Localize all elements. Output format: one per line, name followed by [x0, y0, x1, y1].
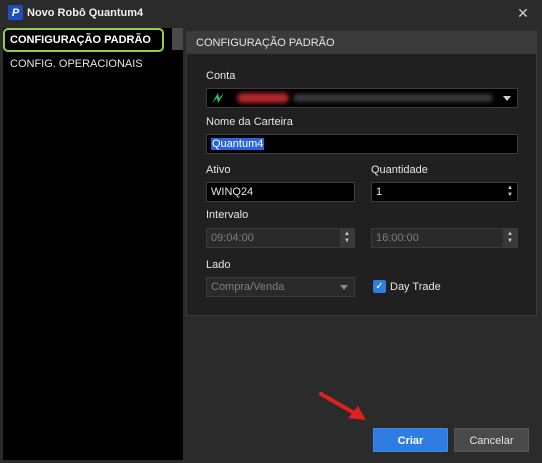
title-bar: P Novo Robô Quantum4 ✕ [0, 0, 542, 26]
spin-up-icon: ▲ [507, 185, 513, 191]
broker-logo-icon [212, 93, 224, 103]
chevron-down-icon [340, 285, 348, 290]
ativo-label: Ativo [206, 164, 231, 176]
intervalo-end-spin: ▲ ▼ [503, 229, 517, 247]
day-trade-checkbox[interactable]: ✓ [373, 280, 386, 293]
redacted-account [237, 93, 289, 103]
spin-up-icon: ▲ [507, 231, 513, 237]
quantidade-label: Quantidade [371, 164, 428, 176]
window-title: Novo Robô Quantum4 [27, 7, 144, 19]
annotation-arrow-icon [319, 392, 366, 420]
quantidade-stepper[interactable]: 1 ▲ ▼ [371, 182, 518, 202]
carteira-input-value: Quantum4 [211, 138, 265, 150]
intervalo-start-field: 09:04:00 ▲ ▼ [206, 228, 355, 248]
close-button[interactable]: ✕ [513, 3, 533, 23]
intervalo-end-value: 16:00:00 [376, 232, 419, 244]
ativo-input[interactable]: WINQ24 [206, 182, 355, 202]
lado-select: Compra/Venda [206, 277, 355, 297]
intervalo-start-spin: ▲ ▼ [340, 229, 354, 247]
quantidade-value: 1 [376, 186, 383, 198]
quantidade-spin-buttons[interactable]: ▲ ▼ [503, 183, 517, 201]
app-logo-icon: P [8, 5, 23, 20]
lado-value: Compra/Venda [211, 281, 285, 293]
day-trade-label[interactable]: Day Trade [390, 281, 441, 293]
chevron-down-icon [503, 96, 511, 101]
ativo-input-value: WINQ24 [211, 186, 254, 198]
spin-down-icon: ▼ [344, 238, 350, 244]
cancel-button[interactable]: Cancelar [454, 428, 529, 452]
sidebar: CONFIGURAÇÃO PADRÃO CONFIG. OPERACIONAIS [3, 28, 183, 460]
intervalo-end-field: 16:00:00 ▲ ▼ [371, 228, 518, 248]
conta-select[interactable] [206, 88, 518, 108]
spin-down-icon: ▼ [507, 238, 513, 244]
settings-panel: CONFIGURAÇÃO PADRÃO Conta Nome da Cartei… [186, 31, 537, 316]
redacted-account-detail [293, 94, 493, 102]
panel-header: CONFIGURAÇÃO PADRÃO [187, 32, 536, 54]
carteira-input[interactable]: Quantum4 [206, 134, 518, 154]
sidebar-item-configuracao-padrao[interactable]: CONFIGURAÇÃO PADRÃO [3, 29, 183, 51]
spin-down-icon: ▼ [507, 192, 513, 198]
create-button[interactable]: Criar [373, 428, 448, 452]
intervalo-label: Intervalo [206, 209, 249, 221]
spin-up-icon: ▲ [344, 231, 350, 237]
lado-label: Lado [206, 259, 231, 271]
intervalo-start-value: 09:04:00 [211, 232, 254, 244]
carteira-label: Nome da Carteira [206, 116, 293, 128]
sidebar-item-config-operacionais[interactable]: CONFIG. OPERACIONAIS [3, 53, 183, 75]
conta-label: Conta [206, 70, 236, 82]
